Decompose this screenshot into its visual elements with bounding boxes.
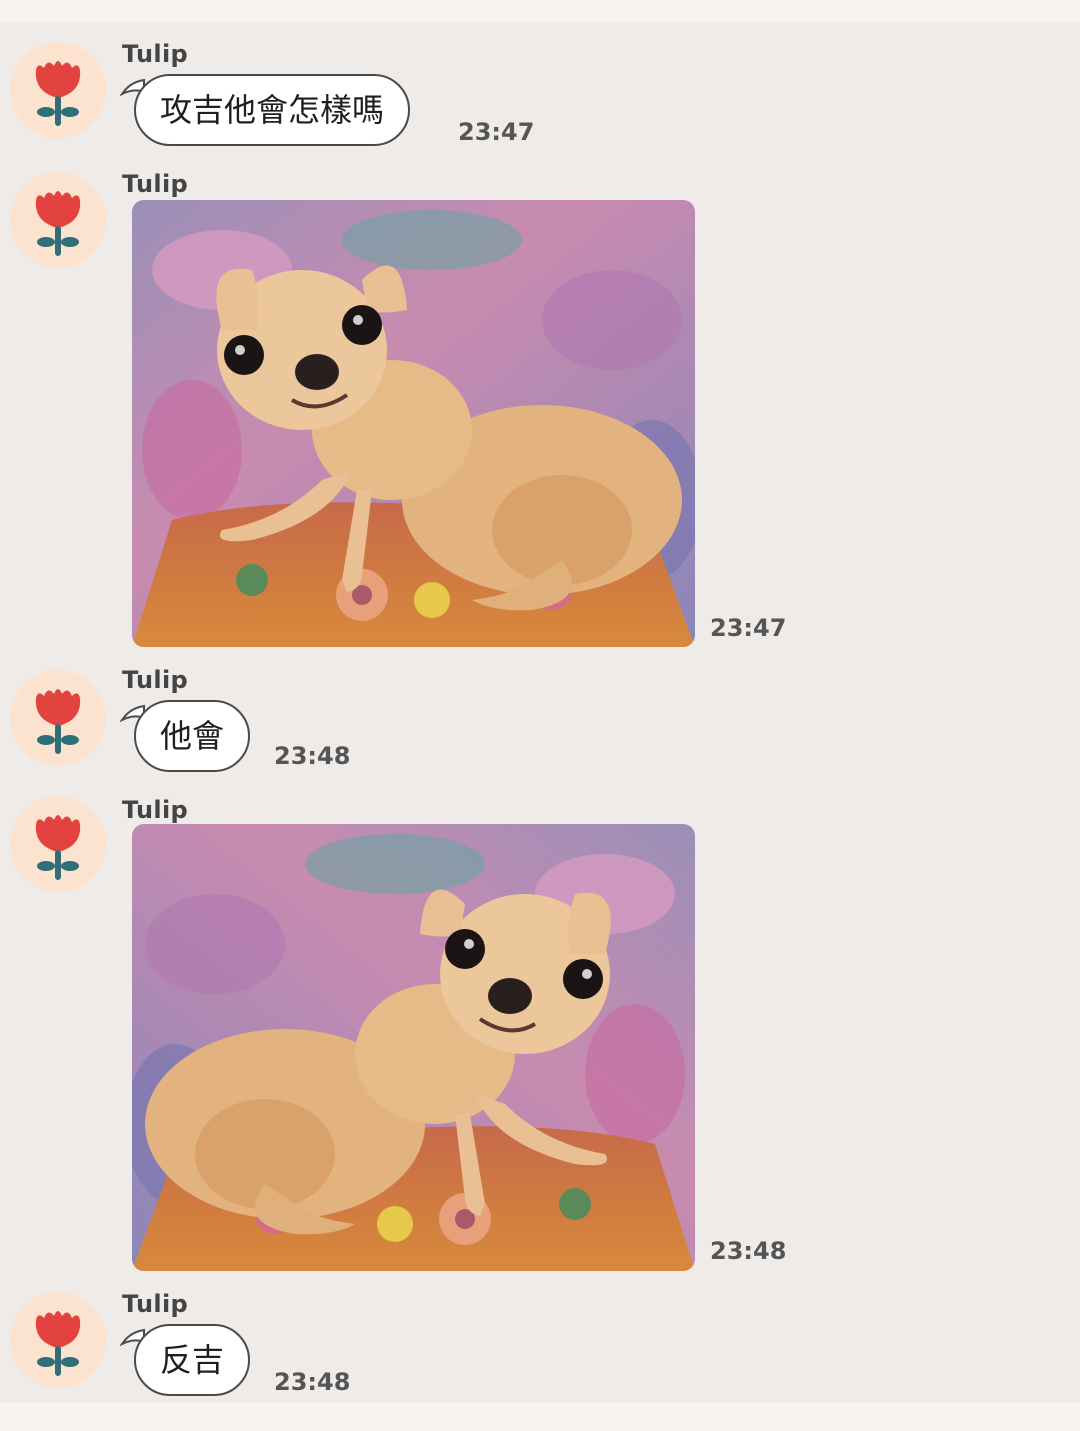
sender-name: Tulip [122,666,188,694]
dog-image [132,824,695,1271]
message-bubble[interactable]: 他會 [134,700,251,772]
avatar[interactable] [10,670,106,766]
message-time: 23:48 [710,1237,787,1265]
avatar[interactable] [10,796,106,892]
sender-name: Tulip [122,796,188,824]
avatar[interactable] [10,1292,106,1388]
tulip-flower-icon [10,1292,106,1388]
tulip-flower-icon [10,172,106,268]
chihuahua-photo[interactable] [132,200,695,647]
dog-image [132,200,695,647]
tulip-flower-icon [10,670,106,766]
message-time: 23:48 [274,742,351,770]
sender-name: Tulip [122,170,188,198]
message-time: 23:48 [274,1368,351,1396]
message-time: 23:47 [458,118,535,146]
tulip-flower-icon [10,796,106,892]
top-strip [0,0,1080,22]
bottom-strip [0,1403,1080,1431]
chihuahua-photo-mirrored[interactable] [132,824,695,1271]
avatar[interactable] [10,42,106,138]
message-bubble[interactable]: 攻吉他會怎樣嗎 [134,74,411,146]
sender-name: Tulip [122,1290,188,1318]
message-bubble[interactable]: 反吉 [134,1324,251,1396]
message-time: 23:47 [710,614,787,642]
sender-name: Tulip [122,40,188,68]
avatar[interactable] [10,172,106,268]
tulip-flower-icon [10,42,106,138]
